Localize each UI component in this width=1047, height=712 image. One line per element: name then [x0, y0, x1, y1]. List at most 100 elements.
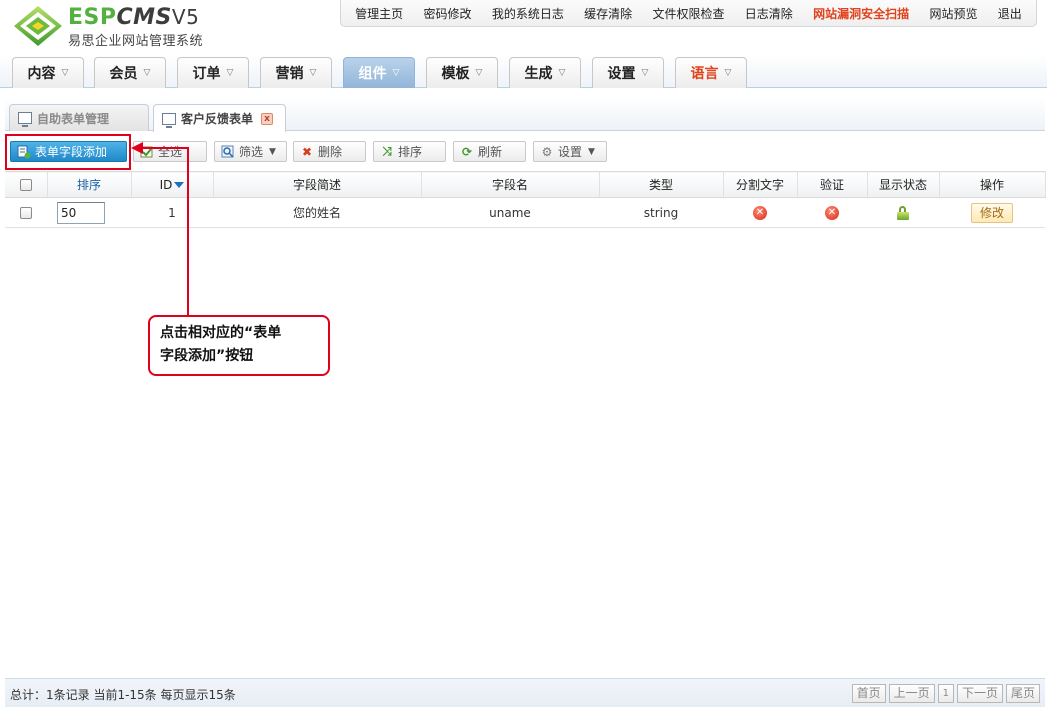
- select-all-icon: [140, 145, 154, 159]
- menu-order[interactable]: 订单 ▽: [177, 57, 249, 88]
- window-icon: [18, 112, 32, 127]
- menu-label: 组件: [358, 66, 387, 82]
- delete-label: 删除: [318, 145, 343, 159]
- topnav-logout[interactable]: 退出: [998, 5, 1022, 22]
- filter-icon: [221, 145, 235, 159]
- close-icon[interactable]: x: [261, 112, 274, 125]
- select-all-label: 全选: [158, 145, 183, 159]
- menu-marketing[interactable]: 营销 ▽: [260, 57, 332, 88]
- last-page-button[interactable]: 尾页: [1005, 684, 1040, 703]
- topnav-preview[interactable]: 网站预览: [929, 5, 977, 22]
- callout-line-2: 字段添加”按钮: [160, 348, 254, 364]
- topnav-clear-cache[interactable]: 缓存清除: [584, 5, 632, 22]
- main-menu: 内容 ▽ 会员 ▽ 订单 ▽ 营销 ▽ 组件 ▽ 模板 ▽ 生成 ▽ 设置 ▽ 语言 ▽: [0, 54, 1047, 88]
- menu-label: 会员: [109, 66, 138, 82]
- chevron-down-icon: ▽: [226, 68, 234, 78]
- column-header-split-text: 分割文字: [723, 171, 798, 198]
- delete-button[interactable]: ✖ 删除: [293, 141, 366, 162]
- topnav-clear-log[interactable]: 日志清除: [745, 5, 793, 22]
- menu-template[interactable]: 模板 ▽: [426, 57, 498, 88]
- column-header-name: 字段名: [421, 171, 600, 198]
- unlock-icon[interactable]: [897, 205, 909, 220]
- add-form-field-button[interactable]: 表单字段添加: [10, 141, 127, 162]
- select-all-button[interactable]: 全选: [133, 141, 207, 162]
- column-header-type: 类型: [599, 171, 724, 198]
- tab-customer-feedback-form[interactable]: 客户反馈表单 x: [153, 104, 286, 132]
- menu-label: 模板: [441, 66, 470, 82]
- gear-icon: ⚙: [541, 144, 553, 159]
- header-checkbox-cell: [5, 171, 48, 198]
- next-page-button[interactable]: 下一页: [956, 684, 1003, 703]
- tab-label: 自助表单管理: [37, 111, 110, 126]
- menu-label: 订单: [192, 66, 221, 82]
- sort-desc-icon: [174, 182, 185, 188]
- chevron-down-icon: ▽: [475, 68, 483, 78]
- refresh-button[interactable]: ⟳ 刷新: [453, 141, 526, 162]
- table-header-row: 排序 ID 字段简述 字段名 类型 分割文字 验证 显示状态 操作: [5, 171, 1046, 198]
- topnav-password[interactable]: 密码修改: [423, 5, 471, 22]
- refresh-label: 刷新: [478, 145, 503, 159]
- chevron-down-icon: ▼: [269, 146, 276, 157]
- disabled-x-icon[interactable]: ✕: [753, 205, 767, 220]
- chevron-down-icon: ▽: [641, 68, 649, 78]
- menu-member[interactable]: 会员 ▽: [94, 57, 166, 88]
- menu-generate[interactable]: 生成 ▽: [509, 57, 581, 88]
- add-field-icon: [17, 145, 31, 159]
- tab-form-management[interactable]: 自助表单管理: [9, 104, 149, 131]
- menu-component[interactable]: 组件 ▽: [343, 57, 415, 88]
- chevron-down-icon: ▽: [724, 68, 732, 78]
- settings-button[interactable]: ⚙ 设置 ▼: [533, 141, 607, 162]
- menu-label: 生成: [524, 66, 553, 82]
- row-display: [867, 197, 939, 228]
- topnav-my-log[interactable]: 我的系统日志: [492, 5, 564, 22]
- page-number[interactable]: 1: [937, 684, 954, 703]
- add-form-field-label: 表单字段添加: [35, 145, 108, 159]
- first-page-button[interactable]: 首页: [851, 684, 886, 703]
- filter-button[interactable]: 筛选 ▼: [214, 141, 287, 162]
- toolbar: 表单字段添加 全选 筛选 ▼ ✖ 删除 ⤨ 排序 ⟳ 刷新 ⚙ 设置 ▼: [5, 132, 1045, 170]
- row-checkbox-cell: [5, 197, 47, 228]
- row-sort-cell: [47, 197, 131, 228]
- field-table: 排序 ID 字段简述 字段名 类型 分割文字 验证 显示状态 操作 1 您的姓名…: [5, 171, 1046, 228]
- sort-label: 排序: [398, 145, 423, 159]
- row-id: 1: [131, 197, 213, 228]
- brand-cms: CMS: [116, 5, 172, 30]
- column-header-validate: 验证: [797, 171, 868, 198]
- row-checkbox[interactable]: [20, 207, 32, 219]
- delete-icon: ✖: [301, 144, 313, 159]
- chevron-down-icon: ▽: [61, 68, 69, 78]
- column-header-sort[interactable]: 排序: [47, 171, 132, 198]
- window-icon: [162, 112, 176, 128]
- sort-button[interactable]: ⤨ 排序: [373, 141, 446, 162]
- select-all-checkbox[interactable]: [19, 179, 32, 191]
- topnav-file-permission[interactable]: 文件权限检查: [652, 5, 724, 22]
- menu-label: 营销: [275, 66, 304, 82]
- espcms-logo-icon: [14, 6, 62, 46]
- brand-subtitle: 易思企业网站管理系统: [68, 34, 204, 49]
- table-row: 1 您的姓名 uname string ✕ ✕ 修改: [5, 197, 1045, 228]
- menu-label: 语言: [690, 66, 719, 82]
- menu-language[interactable]: 语言 ▽: [675, 57, 747, 88]
- sort-order-input[interactable]: [57, 201, 105, 224]
- record-summary: 总计：1条记录 当前1-15条 每页显示15条: [10, 688, 236, 702]
- tab-label: 客户反馈表单: [181, 112, 254, 126]
- menu-label: 内容: [27, 66, 56, 82]
- menu-content[interactable]: 内容 ▽: [12, 57, 84, 88]
- disabled-x-icon[interactable]: ✕: [825, 205, 839, 220]
- brand-esp: ESP: [68, 5, 117, 30]
- prev-page-button[interactable]: 上一页: [888, 684, 935, 703]
- topnav-home[interactable]: 管理主页: [355, 5, 403, 22]
- menu-settings[interactable]: 设置 ▽: [592, 57, 664, 88]
- refresh-icon: ⟳: [461, 144, 473, 159]
- filter-label: 筛选: [239, 145, 264, 159]
- column-header-desc: 字段简述: [213, 171, 422, 198]
- column-header-id[interactable]: ID: [131, 171, 214, 198]
- edit-button[interactable]: 修改: [971, 202, 1013, 223]
- topnav-security-scan[interactable]: 网站漏洞安全扫描: [813, 5, 909, 22]
- brand-name: ESPCMSV5: [68, 4, 199, 31]
- row-validate: ✕: [797, 197, 867, 228]
- brand-version: V5: [171, 5, 200, 29]
- instruction-callout: 点击相对应的“表单 字段添加”按钮: [148, 315, 330, 376]
- chevron-down-icon: ▽: [309, 68, 317, 78]
- row-split-text: ✕: [723, 197, 797, 228]
